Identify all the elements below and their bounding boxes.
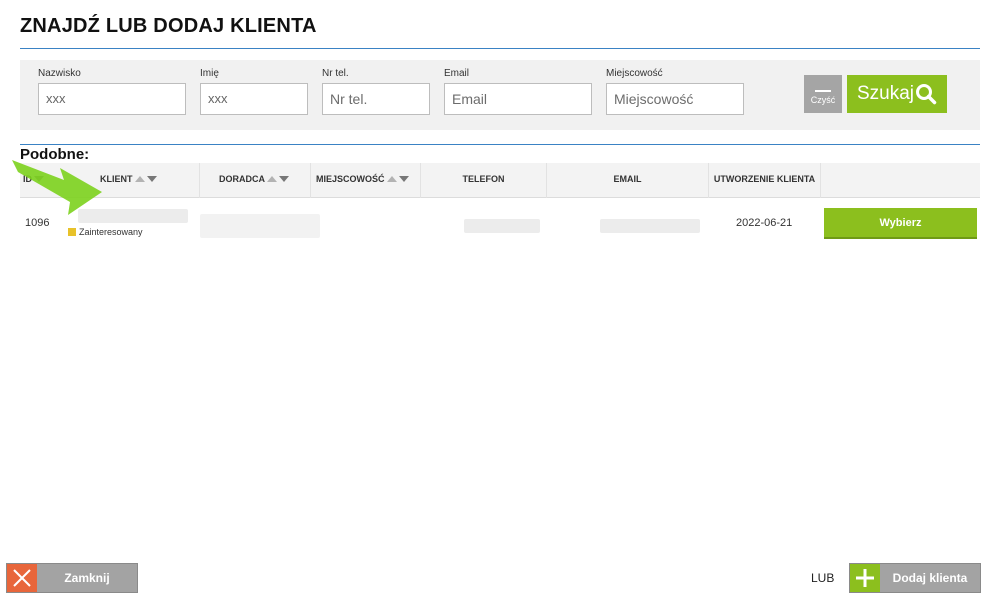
title-divider [20,48,980,49]
column-header-client[interactable]: KLIENT [100,163,200,198]
close-icon [7,564,37,592]
column-header-advisor-label: DORADCA [219,174,265,184]
status-label: Zainteresowany [79,227,143,237]
phone-input[interactable]: Nr tel. [322,83,430,115]
column-header-email: EMAIL [547,163,709,198]
email-input[interactable]: Email [444,83,592,115]
column-header-phone-label: TELEFON [462,174,505,184]
pointer-arrow-icon [12,160,102,215]
surname-label: Nazwisko [38,68,81,79]
email-label: Email [444,68,470,79]
results-table-header: ID KLIENT DORADCA MIEJSCOWOŚĆ TELEFON EM… [20,163,980,198]
close-button-label: Zamknij [64,571,110,585]
city-input[interactable]: Miejscowość [606,83,744,115]
city-field-group: Miejscowość Miejscowość [606,68,744,115]
search-button-label: Szukaj [857,83,915,104]
column-header-city-label: MIEJSCOWOŚĆ [316,174,385,184]
results-divider [20,144,980,145]
status-dot-icon [68,228,76,236]
page-title: ZNAJDŹ LUB DODAJ KLIENTA [20,15,317,37]
minus-icon [815,90,831,92]
column-header-created-label: UTWORZENIE KLIENTA [713,174,816,184]
phone-field-group: Nr tel. Nr tel. [322,68,430,115]
plus-icon [850,564,880,592]
or-label: LUB [811,571,835,585]
email-field-group: Email Email [444,68,592,115]
firstname-field-group: Imię xxx [200,68,308,115]
select-client-button[interactable]: Wybierz [824,208,977,239]
city-label: Miejscowość [606,68,663,79]
sort-icon[interactable] [386,163,411,196]
add-client-button[interactable]: Dodaj klienta [849,563,981,593]
column-header-email-label: EMAIL [613,174,642,184]
column-header-advisor[interactable]: DORADCA [200,163,311,198]
phone-label: Nr tel. [322,68,349,79]
close-button[interactable]: Zamknij [6,563,138,593]
created-date: 2022-06-21 [736,217,793,229]
firstname-input[interactable]: xxx [200,83,308,115]
sort-icon[interactable] [134,163,159,196]
phone-redacted [464,219,540,233]
search-icon [916,84,937,105]
column-header-phone: TELEFON [421,163,547,198]
clear-button[interactable]: Czyść [804,75,842,113]
clear-button-label: Czyść [810,95,836,105]
status-badge: Zainteresowany [68,227,143,237]
table-row[interactable]: 1096 Zainteresowany 2022-06-21 Wybierz [20,200,980,246]
search-button[interactable]: Szukaj [847,75,947,113]
email-redacted [600,219,700,233]
sort-icon[interactable] [267,163,291,196]
surname-input[interactable]: xxx [38,83,186,115]
advisor-redacted [200,214,320,238]
search-panel: Nazwisko xxx Imię xxx Nr tel. Nr tel. Em… [20,60,980,130]
add-client-button-label: Dodaj klienta [892,571,968,585]
column-header-city[interactable]: MIEJSCOWOŚĆ [311,163,421,198]
column-header-created: UTWORZENIE KLIENTA [709,163,821,198]
firstname-label: Imię [200,68,219,79]
surname-field-group: Nazwisko xxx [38,68,186,115]
